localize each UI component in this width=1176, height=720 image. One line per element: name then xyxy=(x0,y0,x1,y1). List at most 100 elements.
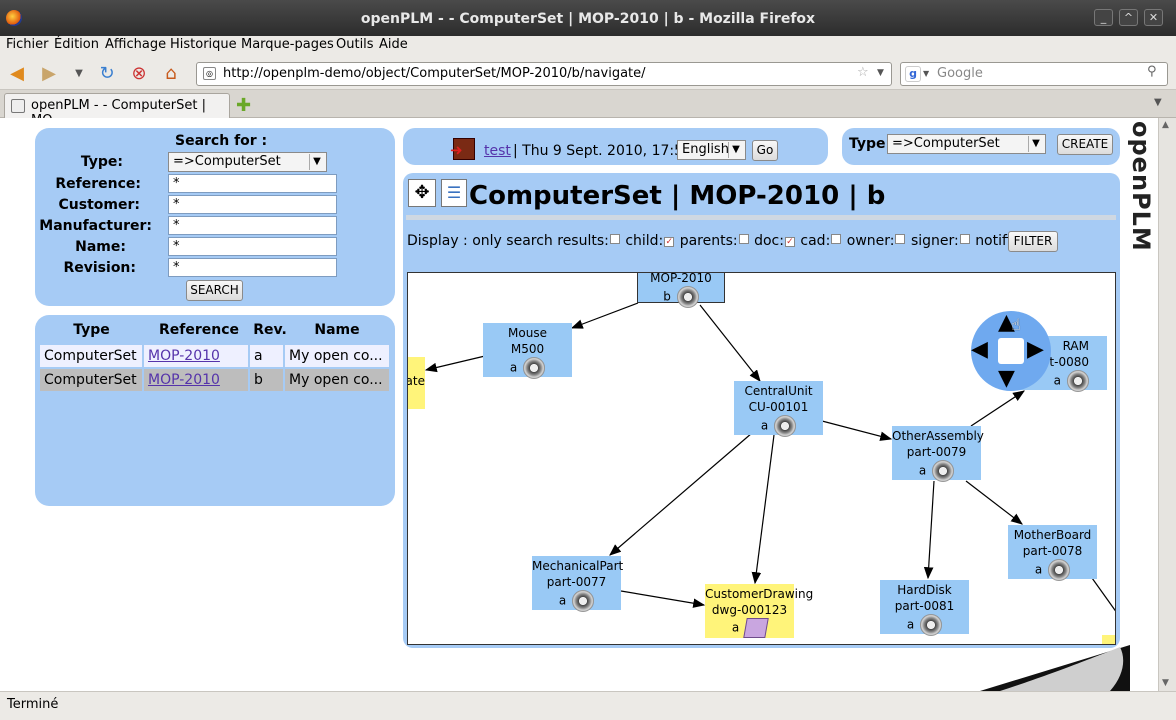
navigate-icon[interactable]: ✥ xyxy=(408,179,436,207)
close-icon[interactable]: ✕ xyxy=(1144,9,1163,26)
node-label: HardDisk xyxy=(897,583,952,597)
forward-icon[interactable]: ▶ xyxy=(38,64,60,84)
graph-node-mop-2010[interactable]: MOP-2010 b xyxy=(637,273,725,308)
pan-right-icon[interactable]: ▶ xyxy=(1027,339,1044,361)
home-icon[interactable]: ⌂ xyxy=(160,64,182,84)
go-button[interactable]: Go xyxy=(752,140,778,161)
search-engine-box[interactable]: g ▼ Google ⚲ xyxy=(900,62,1168,86)
google-logo-icon[interactable]: g xyxy=(905,66,921,82)
reference-link[interactable]: MOP-2010 xyxy=(148,348,220,364)
menu-historique[interactable]: Historique xyxy=(170,37,237,52)
search-button[interactable]: SEARCH xyxy=(186,280,243,301)
part-nut-icon[interactable] xyxy=(1048,559,1071,581)
document-icon[interactable] xyxy=(743,618,769,638)
logout-icon[interactable]: ➜ xyxy=(450,138,475,160)
tab-openplm[interactable]: openPLM - - ComputerSet | MO... xyxy=(4,93,230,128)
cad-checkbox[interactable] xyxy=(831,234,842,244)
menu-aide[interactable]: Aide xyxy=(379,37,408,52)
menu-outils[interactable]: Outils xyxy=(336,37,374,52)
reference-link[interactable]: MOP-2010 xyxy=(148,372,220,388)
child-checkbox[interactable]: ✓ xyxy=(664,237,675,247)
graph-node-customerdrawing[interactable]: CustomerDrawing dwg-000123 a xyxy=(705,584,813,638)
create-type-label: Type xyxy=(849,136,886,152)
graph-node-harddisk[interactable]: HardDisk part-0081 a xyxy=(880,580,969,636)
table-cell-reference[interactable]: MOP-2010 xyxy=(144,345,248,367)
manufacturer-input[interactable]: * xyxy=(168,216,337,235)
menu-affichage[interactable]: Affichage xyxy=(105,37,166,52)
owner-checkbox[interactable] xyxy=(895,234,906,244)
graph-node-otherassembly[interactable]: OtherAssembly part-0079 a xyxy=(892,426,984,482)
node-revision: a xyxy=(558,593,567,608)
search-title: Search for : xyxy=(175,133,268,149)
node-reference: dwg-000123 xyxy=(711,603,788,617)
menu-marque-pages[interactable]: Marque-pages xyxy=(241,37,334,52)
user-link[interactable]: test xyxy=(484,143,511,159)
engine-dropdown-icon[interactable]: ▼ xyxy=(923,69,929,78)
navigation-graph[interactable]: MOP-2010 b Mouse M500 a ate CentralUnit … xyxy=(407,272,1116,645)
graph-node-mouse[interactable]: Mouse M500 a xyxy=(483,323,572,379)
signer-checkbox[interactable] xyxy=(959,234,970,244)
language-select[interactable]: English ▼ xyxy=(677,140,746,160)
menu-edition[interactable]: Édition xyxy=(54,37,99,52)
node-label: OtherAssembly xyxy=(892,429,984,443)
url-bar[interactable]: ◎ http://openplm-demo/object/ComputerSet… xyxy=(196,62,892,86)
reload-icon[interactable]: ↻ xyxy=(96,64,118,84)
minimize-icon[interactable]: _ xyxy=(1094,9,1113,26)
pan-left-icon[interactable]: ◀ xyxy=(971,339,988,361)
node-label: Mouse xyxy=(508,326,547,340)
part-nut-icon[interactable] xyxy=(1067,370,1089,392)
part-nut-icon[interactable] xyxy=(676,286,699,308)
history-dropdown-icon[interactable]: ▼ xyxy=(68,64,90,84)
pan-down-icon[interactable]: ▼ xyxy=(998,368,1015,390)
filter-button[interactable]: FILTER xyxy=(1008,231,1058,252)
parents-checkbox[interactable] xyxy=(738,234,749,244)
edge xyxy=(620,590,706,608)
node-label: ate xyxy=(407,374,425,388)
child-label: child: xyxy=(625,233,664,249)
customer-input[interactable]: * xyxy=(168,195,337,214)
site-identity-icon[interactable]: ◎ xyxy=(203,67,216,80)
part-nut-icon[interactable] xyxy=(774,415,797,437)
edge xyxy=(699,304,761,382)
doc-checkbox[interactable]: ✓ xyxy=(784,237,795,247)
node-reference: part-0081 xyxy=(894,599,955,613)
part-nut-icon[interactable] xyxy=(572,590,595,612)
results-panel: Type Reference Rev. Name ComputerSet MOP… xyxy=(35,315,395,506)
list-view-icon[interactable]: ☰ xyxy=(441,179,467,207)
tab-list-icon[interactable]: ▼ xyxy=(1154,97,1162,108)
graph-node-mechanicalpart[interactable]: MechanicalPart part-0077 a xyxy=(532,556,623,612)
node-label: MotherBoard xyxy=(1013,528,1092,542)
search-engine-input[interactable]: Google xyxy=(937,66,983,81)
table-cell-reference[interactable]: MOP-2010 xyxy=(144,369,248,391)
table-cell-name: My open co... xyxy=(285,369,389,391)
menu-fichier[interactable]: Fichier xyxy=(6,37,49,52)
edge xyxy=(609,432,753,556)
search-results-checkbox[interactable] xyxy=(609,234,620,244)
part-nut-icon[interactable] xyxy=(523,357,546,379)
graph-node-partial-doc[interactable]: ate xyxy=(407,357,425,409)
graph-node-centralunit[interactable]: CentralUnit CU-00101 a xyxy=(734,381,823,437)
scroll-up-icon[interactable]: ▲ xyxy=(1162,120,1169,130)
bookmark-star-icon[interactable]: ☆ xyxy=(857,65,869,80)
vertical-scrollbar[interactable]: ▲ ▼ xyxy=(1158,118,1176,691)
graph-node-motherboard[interactable]: MotherBoard part-0078 a xyxy=(1008,525,1097,581)
create-button[interactable]: CREATE xyxy=(1057,134,1113,155)
part-nut-icon[interactable] xyxy=(932,460,955,482)
new-tab-icon[interactable]: ✚ xyxy=(236,95,251,116)
revision-input[interactable]: * xyxy=(168,258,337,277)
scroll-down-icon[interactable]: ▼ xyxy=(1162,678,1169,688)
name-input[interactable]: * xyxy=(168,237,337,256)
node-reference: M500 xyxy=(510,342,545,356)
part-nut-icon[interactable] xyxy=(920,614,943,636)
maximize-icon[interactable]: ^ xyxy=(1119,9,1138,26)
back-icon[interactable]: ◀ xyxy=(6,64,28,84)
url-dropdown-icon[interactable]: ▼ xyxy=(877,68,884,78)
node-revision: a xyxy=(731,620,740,635)
node-reference: part-0078 xyxy=(1022,544,1083,558)
type-select[interactable]: =>ComputerSet ▼ xyxy=(168,152,327,172)
create-type-select[interactable]: =>ComputerSet ▼ xyxy=(887,134,1046,154)
search-magnifier-icon[interactable]: ⚲ xyxy=(1147,64,1157,79)
reference-input[interactable]: * xyxy=(168,174,337,193)
stop-icon[interactable]: ⊗ xyxy=(128,64,150,84)
mouse-cursor-icon: ☝ xyxy=(1011,315,1021,334)
